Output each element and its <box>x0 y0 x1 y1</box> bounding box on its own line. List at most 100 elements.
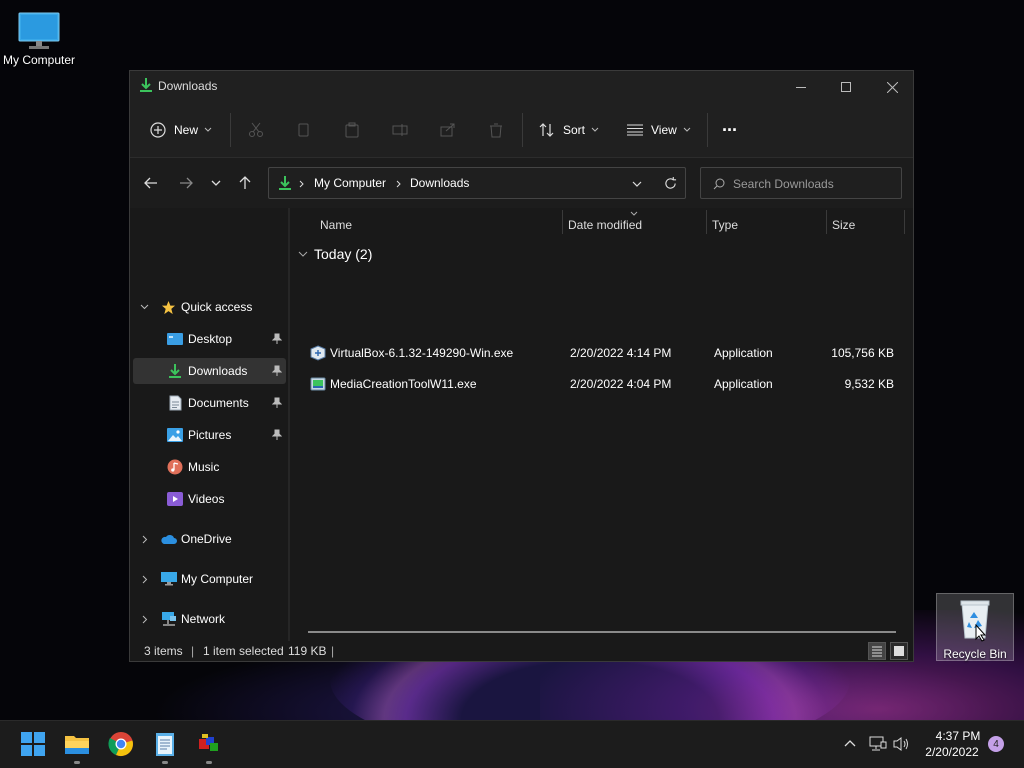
arrow-up-icon <box>239 176 251 189</box>
pin-icon[interactable] <box>272 429 282 441</box>
up-button[interactable] <box>234 172 256 194</box>
address-bar[interactable]: My Computer Downloads <box>268 167 686 199</box>
notepad-icon[interactable] <box>152 731 178 757</box>
file-explorer-window: Downloads New Sort View ··· My Computer … <box>129 70 914 662</box>
paste-button[interactable] <box>341 119 363 141</box>
file-explorer-icon[interactable] <box>64 731 90 757</box>
file-date: 2/20/2022 4:14 PM <box>570 346 672 360</box>
file-name: VirtualBox-6.1.32-149290-Win.exe <box>330 346 514 360</box>
table-row[interactable]: MediaCreationToolW11.exe 2/20/2022 4:04 … <box>298 370 902 398</box>
more-options-button[interactable]: ··· <box>722 116 738 144</box>
view-label: View <box>651 123 677 137</box>
desktop-icon-my-computer[interactable]: My Computer <box>0 8 78 67</box>
app-icon[interactable] <box>196 731 222 757</box>
search-input[interactable] <box>731 174 895 194</box>
toolbar-separator <box>230 113 231 147</box>
network-icon[interactable] <box>869 736 887 752</box>
sidebar-item-label: Desktop <box>188 332 233 346</box>
column-header-name[interactable]: Name <box>320 218 352 232</box>
thumbnail-view-button[interactable] <box>890 642 908 660</box>
chevron-up-icon[interactable] <box>844 739 856 747</box>
minimize-button[interactable] <box>778 75 824 99</box>
details-view-button[interactable] <box>868 642 886 660</box>
sidebar-item-network[interactable]: Network <box>130 606 286 632</box>
sidebar-item-pictures[interactable]: Pictures <box>133 422 286 448</box>
column-divider[interactable] <box>562 210 563 234</box>
clock-time[interactable]: 4:37 PM <box>923 729 993 743</box>
refresh-icon[interactable] <box>664 177 677 190</box>
more-icon: ··· <box>722 119 738 140</box>
chevron-right-icon <box>142 535 148 544</box>
running-indicator <box>162 761 168 764</box>
column-header-date[interactable]: Date modified <box>568 218 642 232</box>
volume-icon[interactable] <box>893 736 911 752</box>
windows-start-icon[interactable] <box>20 731 46 757</box>
sidebar-item-label: Music <box>188 460 220 474</box>
sort-label: Sort <box>563 123 586 137</box>
delete-button[interactable] <box>485 119 507 141</box>
forward-button[interactable] <box>175 172 197 194</box>
recent-locations-button[interactable] <box>205 172 227 194</box>
document-icon <box>169 395 182 411</box>
pin-icon[interactable] <box>272 333 282 345</box>
close-button[interactable] <box>869 75 915 99</box>
navigation-bar: My Computer Downloads <box>130 158 913 208</box>
search-icon <box>713 178 725 190</box>
sidebar-item-videos[interactable]: Videos <box>133 486 286 512</box>
list-view-icon <box>627 124 643 136</box>
pin-icon[interactable] <box>272 397 282 409</box>
monitor-icon <box>161 572 177 586</box>
desktop-icon-recycle-bin[interactable]: Recycle Bin <box>936 593 1014 661</box>
chrome-icon[interactable] <box>108 731 134 757</box>
horizontal-scrollbar[interactable] <box>308 631 896 633</box>
breadcrumb-my-computer[interactable]: My Computer <box>314 176 386 190</box>
status-item-count: 3 items <box>144 644 183 658</box>
cloud-icon <box>161 534 177 544</box>
sidebar-item-downloads[interactable]: Downloads <box>133 358 286 384</box>
column-header-size[interactable]: Size <box>832 218 855 232</box>
notification-badge[interactable]: 4 <box>988 736 1004 752</box>
copy-button[interactable] <box>293 119 315 141</box>
column-divider[interactable] <box>826 210 827 234</box>
trash-icon <box>490 123 502 138</box>
share-button[interactable] <box>437 119 459 141</box>
title-bar[interactable]: Downloads <box>130 71 913 103</box>
maximize-button[interactable] <box>823 75 869 99</box>
back-button[interactable] <box>140 172 162 194</box>
search-box[interactable] <box>700 167 902 199</box>
desktop-icon-label: Recycle Bin <box>943 647 1007 661</box>
chevron-down-icon[interactable] <box>632 181 642 187</box>
cut-button[interactable] <box>245 119 267 141</box>
picture-icon <box>167 428 183 442</box>
file-date: 2/20/2022 4:04 PM <box>570 377 672 391</box>
window-title: Downloads <box>158 79 218 93</box>
new-button[interactable]: New <box>150 116 212 144</box>
column-header-type[interactable]: Type <box>712 218 738 232</box>
chevron-down-icon <box>591 127 599 132</box>
view-button[interactable]: View <box>627 116 691 144</box>
status-bar: 3 items | 1 item selected 119 KB | <box>130 641 913 661</box>
taskbar: 4:37 PM 2/20/2022 <box>0 720 1024 768</box>
rename-button[interactable] <box>389 119 411 141</box>
clock-date[interactable]: 2/20/2022 <box>917 745 987 759</box>
sort-button[interactable]: Sort <box>539 116 599 144</box>
sidebar-item-my-computer[interactable]: My Computer <box>130 566 286 592</box>
sidebar-item-music[interactable]: Music <box>133 454 286 480</box>
status-selected: 1 item selected <box>203 644 284 658</box>
breadcrumb-downloads[interactable]: Downloads <box>410 176 469 190</box>
download-icon <box>279 176 291 190</box>
sidebar-item-desktop[interactable]: Desktop <box>133 326 286 352</box>
column-divider[interactable] <box>904 210 905 234</box>
group-header-today[interactable]: Today (2) <box>298 246 372 262</box>
table-row[interactable]: VirtualBox-6.1.32-149290-Win.exe 2/20/20… <box>298 339 902 367</box>
thumbnail-view-icon <box>894 646 904 656</box>
column-divider[interactable] <box>706 210 707 234</box>
sidebar-item-onedrive[interactable]: OneDrive <box>130 526 286 552</box>
chevron-down-icon <box>140 304 149 310</box>
file-size: 105,756 KB <box>831 346 894 360</box>
sidebar-quick-access[interactable]: Quick access <box>130 294 286 320</box>
sidebar-item-documents[interactable]: Documents <box>133 390 286 416</box>
music-icon <box>167 459 183 475</box>
file-type: Application <box>714 346 773 360</box>
pin-icon[interactable] <box>272 365 282 377</box>
